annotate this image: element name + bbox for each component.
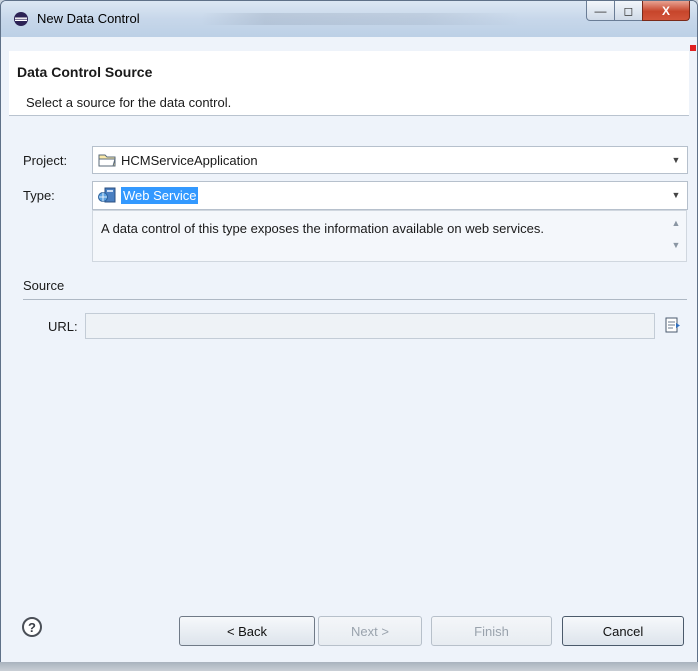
maximize-button[interactable]: ◻: [614, 1, 643, 21]
source-section-label: Source: [23, 278, 65, 293]
web-service-icon: [98, 187, 116, 203]
project-combo[interactable]: HCMServiceApplication ▼: [92, 146, 688, 174]
close-button[interactable]: X: [642, 1, 690, 21]
type-label: Type:: [23, 188, 55, 203]
window-title: New Data Control: [37, 11, 140, 26]
finish-button[interactable]: Finish: [431, 616, 552, 646]
type-description: A data control of this type exposes the …: [101, 221, 544, 236]
eclipse-icon: [14, 12, 28, 26]
cancel-button[interactable]: Cancel: [562, 616, 684, 646]
red-marker: [690, 45, 696, 51]
minimize-icon: —: [594, 3, 607, 18]
url-label: URL:: [48, 319, 78, 334]
next-button[interactable]: Next >: [318, 616, 422, 646]
page-subtitle: Select a source for the data control.: [26, 95, 232, 110]
url-field[interactable]: [85, 313, 655, 339]
type-combo[interactable]: Web Service ▼: [92, 181, 688, 210]
wizard-body: Project: HCMServiceApplication ▼ Type: W…: [9, 116, 689, 586]
help-icon[interactable]: ?: [22, 617, 42, 637]
source-section-divider: [23, 299, 687, 300]
description-scrollbar[interactable]: ▲ ▼: [666, 211, 686, 261]
page-title: Data Control Source: [17, 64, 153, 80]
folder-icon: [98, 154, 116, 167]
close-icon: X: [661, 3, 670, 18]
chevron-down-icon[interactable]: ▼: [665, 147, 687, 173]
minimize-button[interactable]: —: [586, 1, 615, 21]
browse-icon[interactable]: [665, 316, 681, 334]
project-value: HCMServiceApplication: [121, 153, 258, 168]
dialog-window: New Data Control — ◻ X Data Control Sour…: [0, 0, 698, 663]
title-bar[interactable]: New Data Control — ◻ X: [1, 1, 697, 37]
scroll-up-icon[interactable]: ▲: [666, 217, 686, 229]
scroll-down-icon[interactable]: ▼: [666, 239, 686, 251]
type-description-box: A data control of this type exposes the …: [92, 210, 687, 262]
back-button[interactable]: < Back: [179, 616, 315, 646]
chevron-down-icon[interactable]: ▼: [665, 182, 687, 208]
wizard-header: Data Control Source Select a source for …: [9, 51, 689, 115]
project-label: Project:: [23, 153, 68, 168]
background-blur: [201, 13, 521, 25]
type-value-wrap: Web Service: [121, 187, 199, 204]
maximize-icon: ◻: [623, 3, 634, 18]
wizard-footer: ? < Back Next > Finish Cancel: [2, 587, 696, 662]
type-value: Web Service: [121, 187, 199, 204]
window-shadow: [0, 662, 698, 671]
